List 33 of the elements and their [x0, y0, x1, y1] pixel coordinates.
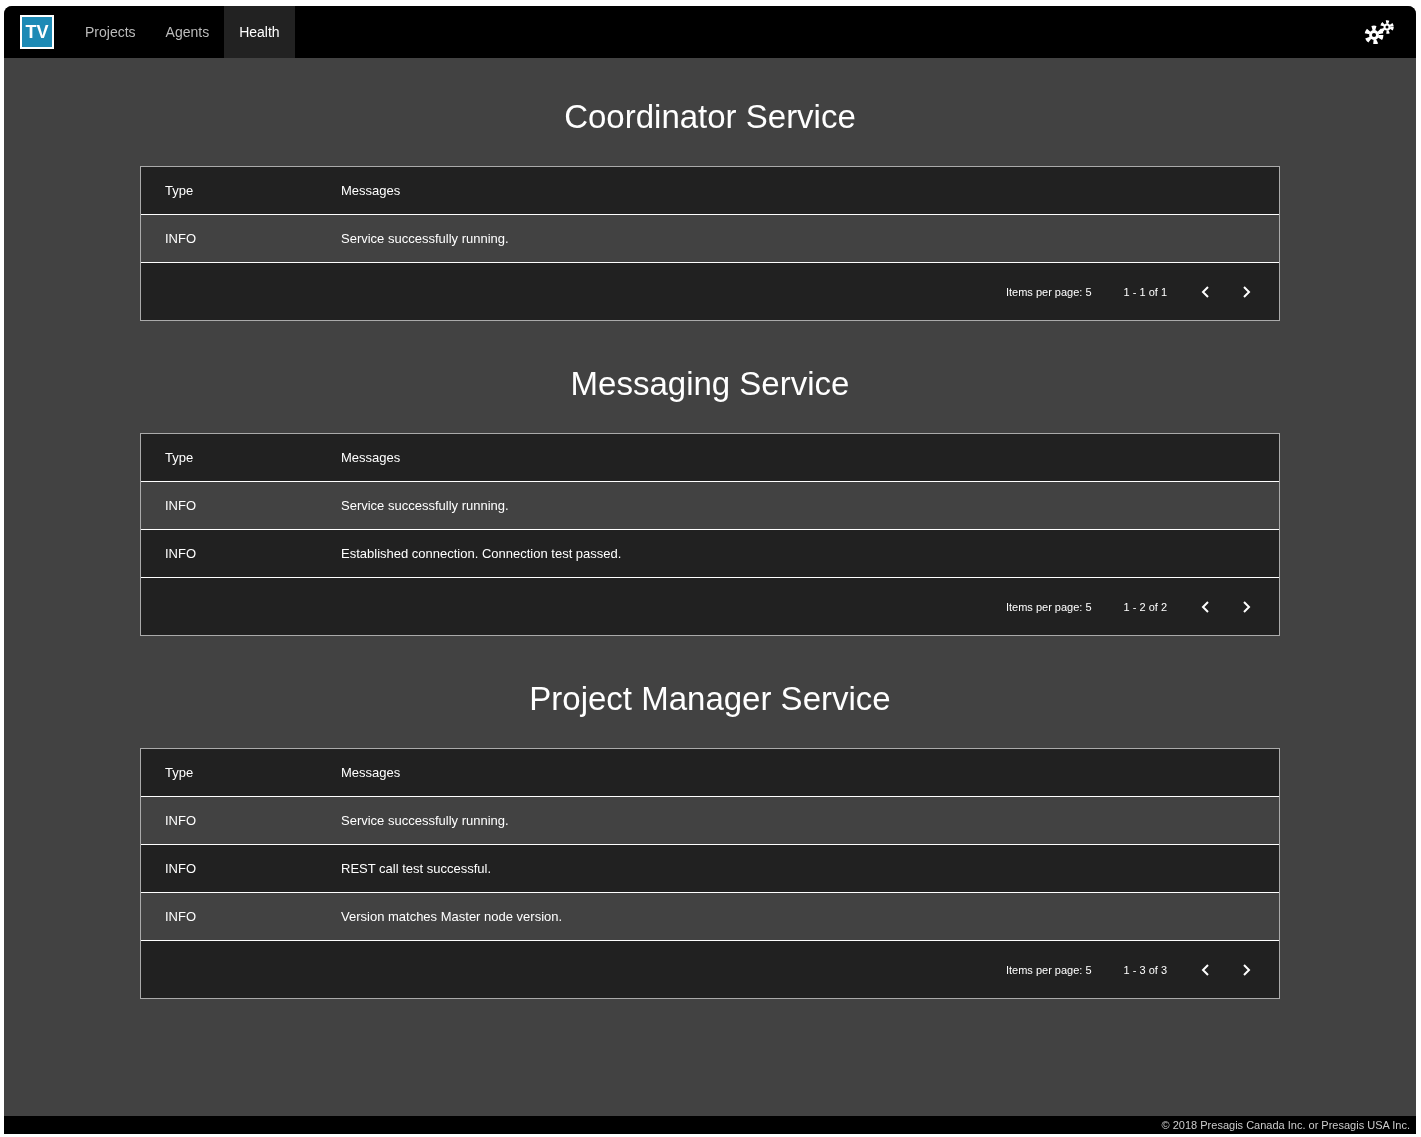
- table-cell-text: INFO: [164, 861, 198, 876]
- page-range: 1 - 2 of 2: [1123, 600, 1167, 613]
- table-cell: Service successfully running.: [341, 813, 509, 828]
- table-cell-text: INFO: [164, 546, 198, 561]
- table-cell: Service successfully running.: [341, 231, 509, 246]
- column-header: Messages: [341, 765, 401, 780]
- logo: TV: [20, 15, 54, 49]
- table-cell: REST call test successful.: [341, 861, 492, 876]
- section-title: Coordinator Service: [564, 98, 856, 136]
- page-range: 1 - 1 of 1: [1123, 285, 1167, 298]
- table-cell-text: INFO: [164, 498, 198, 513]
- column-header: Type: [164, 765, 195, 780]
- column-header: Messages: [341, 183, 401, 198]
- nav-tab[interactable]: Health: [224, 6, 295, 58]
- table-cell-text: INFO: [164, 813, 198, 828]
- nav-tab[interactable]: Projects: [70, 6, 151, 58]
- table-cell: Established connection. Connection test passed.: [341, 546, 622, 561]
- items-per-page-label: Items per page: 5: [1005, 285, 1092, 298]
- column-header: Messages: [341, 450, 401, 465]
- column-header: Type: [164, 450, 195, 465]
- gears-icon[interactable]: [1364, 20, 1396, 44]
- copyright-text: © 2018 Presagis Canada Inc. or Presagis USA Inc.: [1161, 1119, 1410, 1131]
- section-title: Messaging Service: [570, 365, 850, 403]
- nav-tab[interactable]: Agents: [150, 6, 225, 58]
- items-per-page-label: Items per page: 5: [1005, 600, 1092, 613]
- column-header: Type: [164, 183, 195, 198]
- table-cell-text: INFO: [164, 231, 198, 246]
- page-range: 1 - 3 of 3: [1123, 963, 1167, 976]
- table-cell: Version matches Master node version.: [341, 909, 563, 924]
- table-cell-text: INFO: [164, 909, 198, 924]
- section-title: Project Manager Service: [529, 680, 891, 718]
- items-per-page-label: Items per page: 5: [1005, 963, 1092, 976]
- table-cell: Service successfully running.: [341, 498, 509, 513]
